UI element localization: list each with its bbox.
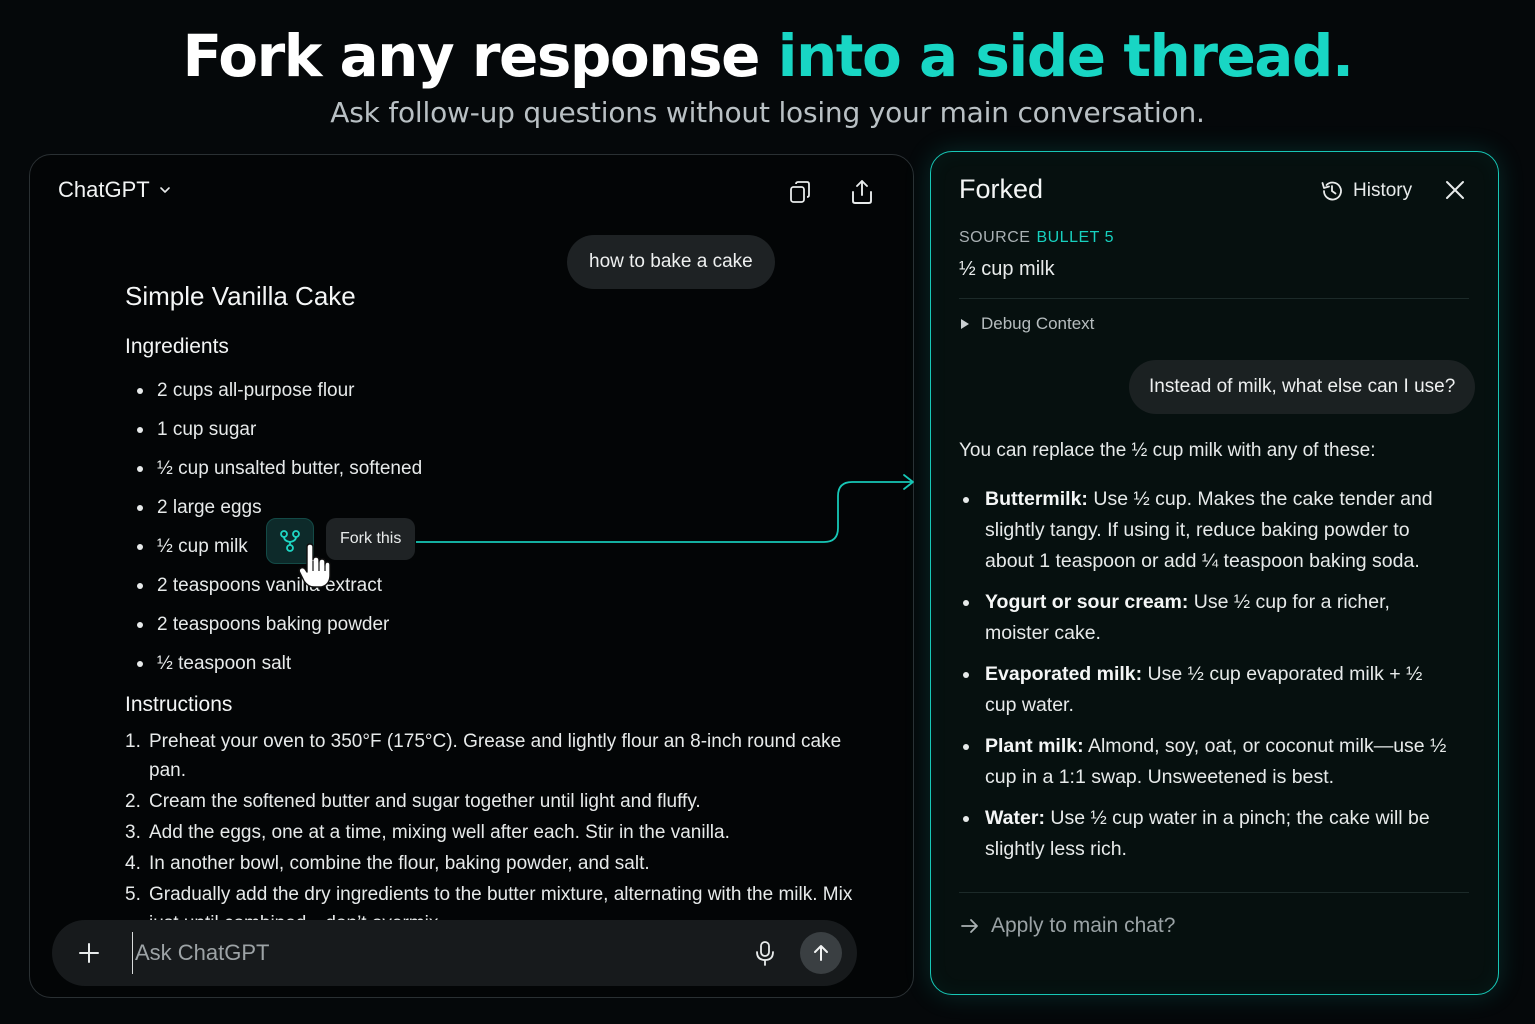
chevron-down-icon bbox=[159, 187, 170, 193]
fork-tooltip: Fork this bbox=[326, 518, 416, 560]
list-item: Water: Use ½ cup water in a pinch; the c… bbox=[959, 803, 1459, 865]
hand-cursor-icon bbox=[298, 543, 331, 588]
triangle-right-icon bbox=[961, 319, 969, 329]
composer bbox=[52, 920, 857, 986]
debug-context-toggle[interactable]: Debug Context bbox=[961, 314, 1094, 334]
hero-title-accent: into a side thread. bbox=[777, 22, 1354, 90]
copy-icon bbox=[790, 181, 810, 203]
substitutes-list: Buttermilk: Use ½ cup. Makes the cake te… bbox=[959, 484, 1459, 875]
list-item: Evaporated milk: Use ½ cup evaporated mi… bbox=[959, 659, 1459, 721]
apply-to-main-button[interactable]: Apply to main chat? bbox=[959, 914, 1175, 938]
ingredients-heading: Ingredients bbox=[125, 335, 229, 358]
source-value: BULLET 5 bbox=[1036, 229, 1114, 246]
source-quote: ½ cup milk bbox=[959, 258, 1055, 280]
fork-user-message: Instead of milk, what else can I use? bbox=[1129, 360, 1476, 414]
list-item: 1. Preheat your oven to 350°F (175°C). Gr… bbox=[125, 731, 842, 781]
list-item: 3. Add the eggs, one at a time, mixing we… bbox=[125, 822, 730, 843]
model-selector[interactable]: ChatGPT bbox=[58, 177, 172, 203]
arrow-right-icon bbox=[961, 919, 978, 933]
fork-panel-title: Forked bbox=[959, 174, 1044, 204]
instructions-list: 1. Preheat your oven to 350°F (175°C). Gr… bbox=[125, 727, 855, 940]
fork-response-intro: You can replace the ½ cup milk with any … bbox=[959, 440, 1376, 461]
copy-button[interactable] bbox=[785, 177, 815, 207]
microphone-icon[interactable] bbox=[750, 938, 780, 968]
list-item: 4. In another bowl, combine the flour, ba… bbox=[125, 853, 650, 874]
app-title: ChatGPT bbox=[58, 177, 150, 202]
close-icon[interactable] bbox=[1441, 176, 1469, 204]
hero-subtitle: Ask follow-up questions without losing y… bbox=[330, 96, 1205, 129]
list-item: Buttermilk: Use ½ cup. Makes the cake te… bbox=[959, 484, 1459, 577]
list-item: 2. Cream the softened butter and sugar to… bbox=[125, 791, 701, 812]
list-item: 2 teaspoons vanilla extract bbox=[137, 566, 422, 605]
divider bbox=[959, 298, 1469, 299]
share-button[interactable] bbox=[847, 177, 877, 207]
hero-title-main: Fork any response bbox=[182, 22, 778, 90]
debug-context-label: Debug Context bbox=[981, 314, 1095, 333]
apply-label: Apply to main chat? bbox=[991, 914, 1176, 937]
list-item: 2 teaspoons baking powder bbox=[137, 605, 422, 644]
send-button[interactable] bbox=[800, 932, 842, 974]
plus-icon[interactable] bbox=[74, 938, 104, 968]
source-line: SOURCE BULLET 5 bbox=[959, 229, 1114, 247]
arrow-up-icon bbox=[814, 945, 828, 961]
response-title: Simple Vanilla Cake bbox=[125, 281, 356, 311]
fork-panel: Forked History SOURCE BULLET 5 ½ cup milk… bbox=[930, 151, 1499, 995]
list-item: 2 cups all-purpose flour bbox=[137, 371, 422, 410]
list-item: ½ teaspoon salt bbox=[137, 644, 422, 683]
chat-input[interactable] bbox=[132, 932, 732, 974]
hero: Fork any response into a side thread. As… bbox=[0, 14, 1535, 129]
history-button[interactable]: History bbox=[1319, 178, 1412, 204]
list-item: 1 cup sugar bbox=[137, 410, 422, 449]
header-actions bbox=[785, 177, 877, 207]
list-item: ½ cup unsalted butter, softened bbox=[137, 449, 422, 488]
list-item: Yogurt or sour cream: Use ½ cup for a ri… bbox=[959, 587, 1459, 649]
hero-title: Fork any response into a side thread. bbox=[0, 14, 1535, 98]
share-icon bbox=[852, 180, 872, 204]
list-item: Plant milk: Almond, soy, oat, or coconut… bbox=[959, 731, 1459, 793]
assistant-response: Simple Vanilla Cake Ingredients 2 cups a… bbox=[125, 281, 865, 934]
history-icon bbox=[1321, 181, 1342, 201]
history-label: History bbox=[1353, 180, 1413, 201]
divider bbox=[959, 892, 1469, 893]
source-label: SOURCE bbox=[959, 229, 1031, 246]
chat-panel: ChatGPT how to bake a cake Simple Vanill… bbox=[29, 154, 914, 998]
instructions-heading: Instructions bbox=[125, 693, 233, 716]
